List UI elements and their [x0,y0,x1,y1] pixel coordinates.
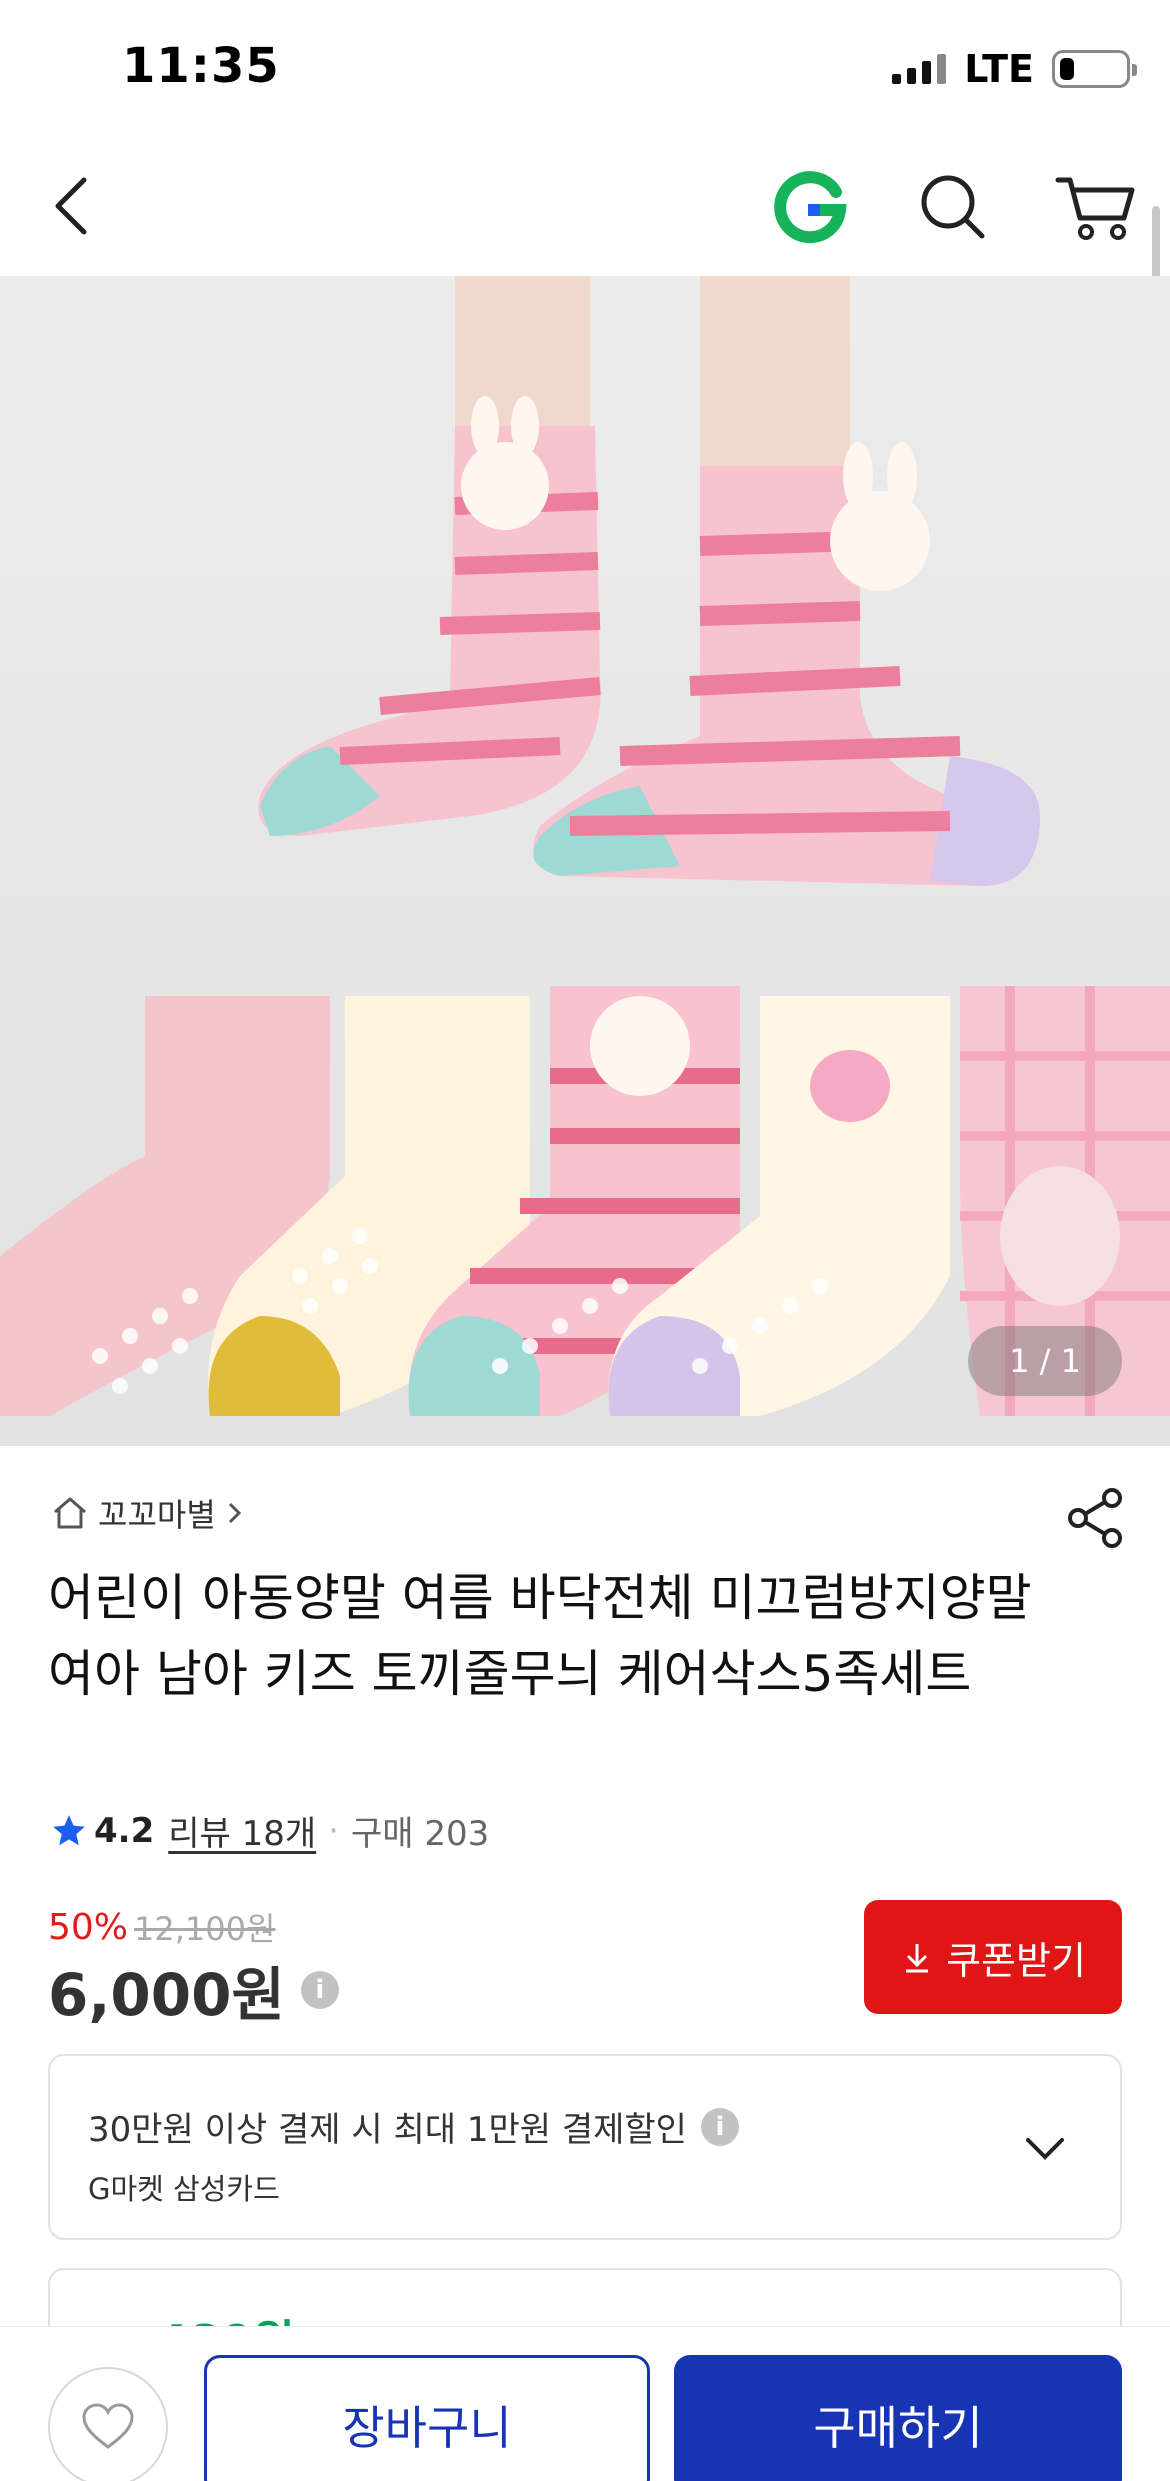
gmarket-g-logo [774,171,847,244]
original-price: 12,100원 [134,1910,276,1948]
coupon-label: 쿠폰받기 [946,1938,1086,1983]
image-counter: 1 / 1 [968,1326,1122,1396]
signal-icon [892,54,947,84]
info-icon[interactable]: i [300,1971,339,2009]
purchase-count: 구매 203 [350,1814,490,1854]
share-button[interactable] [1064,1486,1128,1550]
battery-icon [1052,50,1137,88]
discount-rate: 50% [48,1906,129,1948]
rating-row: 4.2 리뷰 18개 · 구매 203 [50,1806,489,1855]
bottom-action-bar: 장바구니 구매하기 [0,2326,1170,2481]
promo-main-row: 30만원 이상 결제 시 최대 1만원 결제할인 i [88,2102,739,2151]
promo-sub-text: G마켓 삼성카드 [88,2172,280,2206]
socks-photo [0,276,1170,1446]
cart-icon [1055,177,1135,240]
star-icon [53,1814,85,1845]
gmarket-home-button[interactable] [770,166,850,246]
back-button[interactable] [40,166,120,246]
wishlist-button[interactable] [48,2367,168,2481]
review-link[interactable]: 리뷰 18개 [168,1806,316,1855]
store-link[interactable]: 꼬꼬마별 [50,1490,246,1536]
store-name: 꼬꼬마별 [98,1496,216,1534]
separator-dot: · [328,1810,339,1851]
search-icon [921,175,985,239]
search-button[interactable] [912,166,992,246]
battery-level [1060,58,1074,80]
status-indicators: LTE [892,44,1137,94]
top-nav-bar [0,136,1170,276]
add-to-cart-button[interactable]: 장바구니 [204,2355,650,2481]
network-label: LTE [964,47,1034,91]
chevron-down-icon[interactable] [1020,2124,1070,2174]
sale-price: 6,000원 [48,1961,285,2029]
share-icon [1068,1488,1122,1548]
price-row: 6,000원 i [48,1948,339,2032]
coupon-button[interactable]: 쿠폰받기 [864,1900,1122,2014]
rating-value: 4.2 [94,1810,155,1851]
status-bar: 11:35 LTE [0,0,1170,136]
status-time: 11:35 [122,38,280,94]
card-discount-card[interactable]: 30만원 이상 결제 시 최대 1만원 결제할인 i G마켓 삼성카드 [48,2054,1122,2240]
info-icon[interactable]: i [700,2107,739,2146]
discount-row: 50% 12,100원 [48,1904,275,1950]
home-icon [54,1497,86,1529]
heart-icon [82,2403,134,2449]
chevron-left-icon [55,177,87,235]
promo-main-text: 30만원 이상 결제 시 최대 1만원 결제할인 [88,2110,687,2150]
download-icon [906,1944,929,1973]
product-title: 어린이 아동양말 여름 바닥전체 미끄럼방지양말 여아 남아 키즈 토끼줄무늬 … [48,1569,1032,1703]
cart-button[interactable] [1052,166,1138,246]
chevron-right-icon [228,1502,241,1524]
product-image[interactable]: 1 / 1 [0,276,1170,1446]
buy-now-button[interactable]: 구매하기 [674,2355,1122,2481]
